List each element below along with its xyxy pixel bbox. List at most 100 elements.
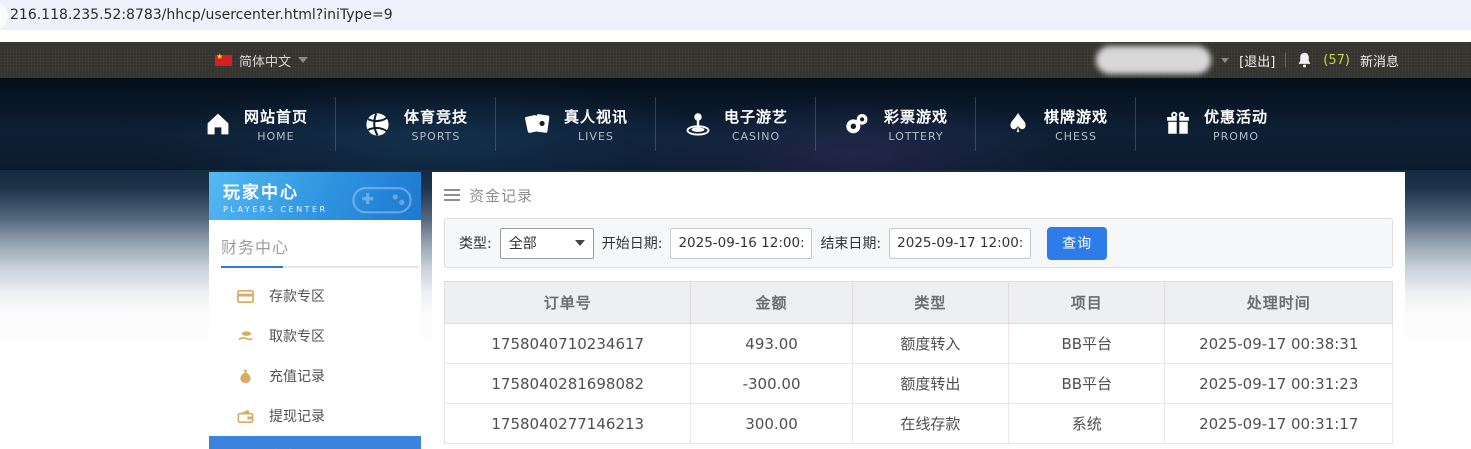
nav-label-en: SPORTS	[411, 129, 461, 143]
section-underline	[221, 266, 419, 268]
sidebar-header: 玩家中心 PLAYERS CENTER	[209, 172, 421, 220]
cell-type: 在线存款	[851, 403, 1010, 444]
playing-cards-icon	[523, 109, 553, 139]
cell-order-number: 1758040281698082	[443, 363, 692, 404]
page-title: 资金记录	[469, 186, 534, 205]
table-row: 1758040281698082 -300.00 额度转出 BB平台 2025-…	[443, 363, 1393, 404]
nav-label-zh: 优惠活动	[1204, 107, 1269, 126]
sidebar-item-label: 存款专区	[269, 289, 325, 305]
spade-icon: ♠	[1006, 109, 1030, 139]
cell-type: 额度转入	[851, 323, 1010, 364]
nav-label-en: CASINO	[731, 129, 781, 143]
wallet-icon	[237, 409, 254, 423]
table-header-row: 订单号 金额 类型 项目 处理时间	[443, 281, 1393, 324]
nav-label-en: HOME	[257, 129, 295, 143]
type-label: 类型:	[459, 236, 492, 252]
user-menu-chevron-icon[interactable]	[1221, 57, 1230, 63]
end-date-input[interactable]	[889, 227, 1032, 259]
sidebar-item-withdraw-zone[interactable]: 取款专区	[209, 316, 421, 356]
main-panel: 资金记录 类型: 全部 开始日期: 结束日期: 查询 订单号	[432, 172, 1405, 449]
nav-label-zh: 彩票游戏	[884, 107, 949, 126]
nav-label-en: CHESS	[1055, 129, 1097, 143]
sidebar-item-withdrawal-records[interactable]: 提现记录	[209, 396, 421, 436]
nav-label-en: LIVES	[578, 129, 614, 143]
deposit-card-icon	[237, 289, 254, 303]
nav-label-zh: 棋牌游戏	[1044, 107, 1109, 126]
start-date-label: 开始日期:	[601, 236, 663, 252]
cell-project: BB平台	[1008, 363, 1166, 404]
sidebar-item-recharge-records[interactable]: 充值记录	[209, 356, 421, 396]
cell-process-time: 2025-09-17 00:31:17	[1164, 403, 1393, 444]
main-nav: 网站首页 HOME 体育竞技 SPORTS 真人视讯 LIVES 电子游艺 CA…	[0, 78, 1471, 170]
cell-order-number: 1758040710234617	[443, 323, 692, 364]
sidebar-item-deposit-zone[interactable]: 存款专区	[209, 276, 421, 316]
china-flag-icon: ★	[215, 52, 232, 66]
cell-process-time: 2025-09-17 00:31:23	[1164, 363, 1393, 404]
hand-money-icon	[238, 330, 253, 340]
nav-label-zh: 网站首页	[243, 107, 308, 126]
nav-label-zh: 真人视讯	[563, 107, 628, 126]
nav-item-casino[interactable]: 电子游艺 CASINO	[656, 97, 816, 151]
nav-item-promo[interactable]: 优惠活动 PROMO	[1136, 97, 1295, 151]
browser-chrome-fragment	[0, 3, 8, 29]
col-order-number: 订单号	[443, 281, 692, 324]
cell-type: 额度转出	[851, 363, 1010, 404]
filter-bar: 类型: 全部 开始日期: 结束日期: 查询	[444, 218, 1393, 268]
cell-amount: 300.00	[690, 403, 853, 444]
nav-label-en: LOTTERY	[888, 129, 944, 143]
fund-records-table: 订单号 金额 类型 项目 处理时间 1758040710234617 493.0…	[443, 281, 1393, 444]
nav-item-lottery[interactable]: 彩票游戏 LOTTERY	[816, 97, 977, 151]
type-select-value: 全部	[508, 236, 537, 252]
sidebar-section-title: 财务中心	[221, 238, 290, 257]
language-label: 简体中文	[239, 54, 292, 70]
joystick-icon	[683, 109, 713, 139]
nav-item-chess[interactable]: ♠ 棋牌游戏 CHESS	[976, 97, 1137, 151]
query-button[interactable]: 查询	[1047, 226, 1108, 260]
utility-divider	[1285, 53, 1287, 67]
browser-url-bar[interactable]: 216.118.235.52:8783/hhcp/usercenter.html…	[0, 0, 1471, 30]
sidebar-item-label: 提现记录	[269, 409, 325, 425]
sidebar: 玩家中心 PLAYERS CENTER 财务中心 存款专区 取款专区 充值记录 …	[209, 172, 421, 449]
table-row: 1758040710234617 493.00 额度转入 BB平台 2025-0…	[443, 323, 1393, 364]
col-process-time: 处理时间	[1164, 281, 1393, 324]
start-date-input[interactable]	[670, 227, 813, 259]
col-amount: 金额	[690, 281, 853, 324]
cell-amount: -300.00	[690, 363, 853, 404]
logout-button[interactable]: [退出]	[1239, 51, 1275, 70]
money-bag-icon	[240, 369, 251, 383]
browser-gap	[0, 30, 1471, 42]
utility-bar: ★ 简体中文 [退出] (57) 新消息	[0, 42, 1471, 78]
page-background: 网站首页 HOME 体育竞技 SPORTS 真人视讯 LIVES 电子游艺 CA…	[0, 78, 1471, 449]
col-type: 类型	[851, 281, 1010, 324]
language-selector[interactable]: ★ 简体中文	[215, 51, 309, 70]
cell-project: 系统	[1008, 403, 1166, 444]
cell-amount: 493.00	[690, 323, 853, 364]
username-blurred[interactable]	[1096, 46, 1212, 74]
end-date-label: 结束日期:	[820, 236, 882, 252]
nav-item-home[interactable]: 网站首页 HOME	[176, 97, 336, 151]
select-chevron-icon	[574, 240, 585, 246]
cell-order-number: 1758040277146213	[443, 403, 692, 444]
chevron-down-icon	[298, 57, 309, 63]
nav-item-lives[interactable]: 真人视讯 LIVES	[496, 97, 656, 151]
sidebar-item-label: 充值记录	[269, 369, 325, 385]
message-count[interactable]: (57)	[1323, 53, 1350, 68]
home-icon	[203, 109, 233, 139]
gift-icon	[1163, 109, 1193, 139]
bell-icon[interactable]	[1296, 51, 1313, 69]
sidebar-item-fund-records[interactable]: 资金记录 ›	[209, 436, 421, 449]
new-messages-link[interactable]: 新消息	[1360, 51, 1399, 70]
hamburger-icon[interactable]	[444, 189, 460, 201]
col-project: 项目	[1008, 281, 1166, 324]
cell-project: BB平台	[1008, 323, 1166, 364]
nav-item-sports[interactable]: 体育竞技 SPORTS	[336, 97, 496, 151]
type-select[interactable]: 全部	[499, 227, 594, 259]
nav-label-zh: 体育竞技	[403, 107, 468, 126]
url-text[interactable]: 216.118.235.52:8783/hhcp/usercenter.html…	[10, 7, 393, 23]
gamepad-icon	[352, 187, 412, 214]
cell-process-time: 2025-09-17 00:38:31	[1164, 323, 1393, 364]
lottery-balls-icon	[843, 109, 873, 139]
nav-label-en: PROMO	[1212, 129, 1260, 143]
sidebar-item-label: 取款专区	[269, 329, 325, 345]
sports-ball-icon	[363, 109, 393, 139]
